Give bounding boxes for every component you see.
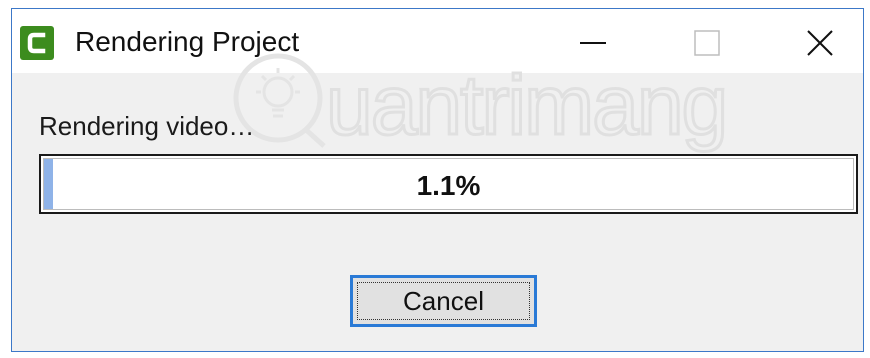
rendering-status-label: Rendering video…: [39, 111, 255, 141]
maximize-icon[interactable]: [684, 23, 730, 63]
minimize-icon[interactable]: [570, 23, 616, 63]
progress-percent: 1.1%: [416, 170, 481, 201]
progress-track: 1.1%: [43, 158, 854, 210]
camtasia-c-icon: [20, 26, 54, 60]
close-icon[interactable]: [797, 23, 843, 63]
title-bar[interactable]: Rendering Project: [12, 9, 863, 73]
cancel-button-label: Cancel: [403, 286, 484, 316]
render-progress-bar: 1.1%: [39, 154, 858, 214]
window-title: Rendering Project: [75, 26, 300, 57]
rendering-dialog: Rendering Project uantrimang Rendering v…: [11, 8, 864, 352]
cancel-button[interactable]: Cancel: [350, 275, 537, 327]
